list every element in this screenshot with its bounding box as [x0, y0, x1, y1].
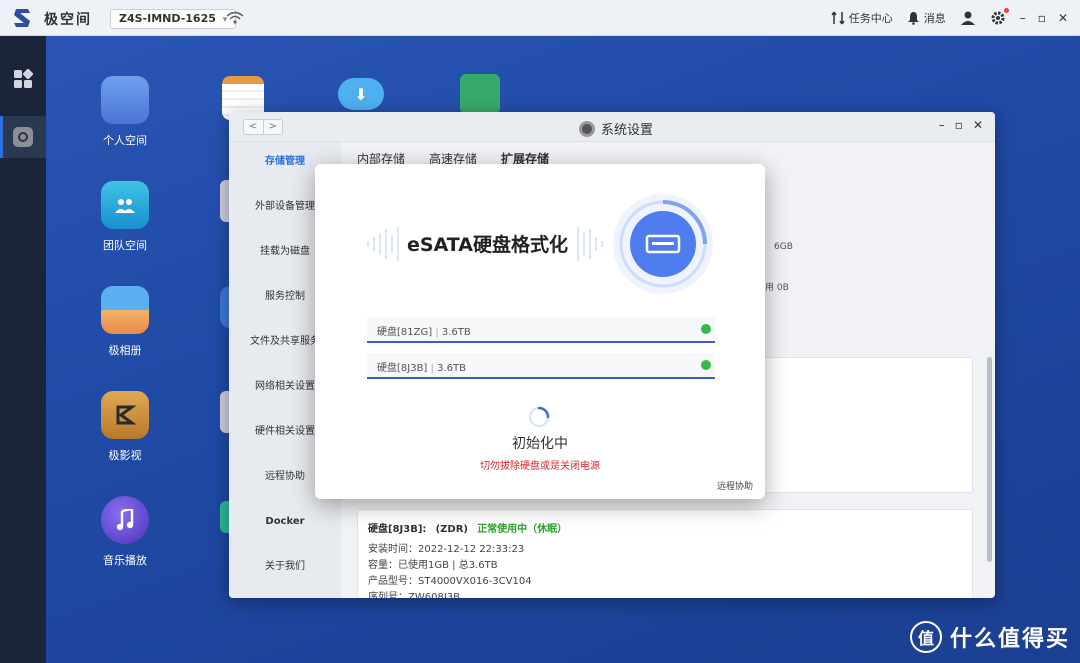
maximize-button[interactable]: ▫: [1038, 11, 1046, 25]
settings-gear-icon: [579, 120, 595, 137]
bell-icon: [907, 12, 919, 25]
wifi-icon: [226, 11, 244, 24]
settings-titlebar: < > 系统设置 – ▫ ✕: [229, 112, 995, 142]
disk-model: 产品型号：ST4000VX016-3CV104: [368, 576, 532, 587]
video-icon: [101, 391, 149, 439]
hard-disk-icon: [613, 194, 713, 294]
left-dock: [0, 36, 46, 663]
docs-app-icon[interactable]: [460, 74, 500, 114]
team-folder-icon: [101, 181, 149, 229]
settings-button[interactable]: [990, 8, 1009, 26]
app-label: 音乐播放: [103, 554, 147, 567]
device-name: Z4S-IMND-1625: [119, 12, 216, 25]
watermark-text: 什么值得买: [949, 627, 1070, 652]
disk-install-time: 安装时间：2022-12-12 22:33:23: [368, 544, 525, 555]
photos-icon: [101, 286, 149, 334]
settings-title-text: 系统设置: [601, 123, 654, 138]
app-label: 团队空间: [103, 239, 147, 252]
app-label: 极影视: [108, 449, 142, 462]
settings-title: 系统设置: [579, 119, 653, 138]
warning-text: 切勿拔除硬盘或是关闭电源: [480, 461, 600, 472]
disk-capacity: 容量：已使用1GB | 总3.6TB: [368, 560, 498, 571]
gear-icon: [991, 11, 1005, 25]
top-bar: 极空间 Z4S-IMND-1625 ▾ 任务中心 消息 – ▫ ✕: [0, 0, 1080, 36]
brand-name: 极空间: [44, 12, 92, 28]
disk-title: 硬盘[8J3B]:: [368, 524, 427, 535]
app-label: 个人空间: [103, 134, 147, 147]
status-text: 初始化中: [512, 436, 568, 452]
dock-settings-button[interactable]: [0, 116, 46, 158]
download-app-icon[interactable]: ⬇: [338, 78, 384, 110]
task-center-label: 任务中心: [848, 12, 893, 25]
disk-status: 正常使用中（休眠）: [477, 524, 568, 535]
app-team-space[interactable]: 团队空间: [85, 181, 165, 253]
loading-spinner-icon: [528, 406, 550, 428]
music-icon: [101, 496, 149, 544]
bg-capacity-value: 6GB: [774, 242, 793, 252]
messages-button[interactable]: 消息: [907, 10, 946, 26]
check-icon: [701, 360, 711, 370]
scrollbar[interactable]: [987, 357, 992, 562]
sidebar-item-docker[interactable]: Docker: [229, 510, 341, 534]
close-button[interactable]: ✕: [1058, 11, 1068, 25]
device-selector[interactable]: Z4S-IMND-1625 ▾: [110, 9, 237, 29]
separator: |: [435, 327, 439, 338]
bg-used-value: 用 0B: [765, 283, 789, 293]
watermark: 值 什么值得买: [909, 621, 1070, 653]
dock-apps-button[interactable]: [0, 58, 46, 100]
nav-arrows: < >: [243, 119, 283, 135]
watermark-logo: 值: [909, 621, 942, 653]
user-icon: [960, 11, 975, 25]
user-button[interactable]: [960, 10, 976, 26]
app-music[interactable]: 音乐播放: [85, 496, 165, 568]
app-label: 极相册: [108, 344, 142, 357]
back-button[interactable]: <: [244, 120, 263, 134]
disk-name: 硬盘[8J3B]: [377, 363, 428, 374]
settings-minimize-button[interactable]: –: [939, 118, 945, 132]
settings-maximize-button[interactable]: ▫: [955, 118, 963, 132]
disk-type: (ZDR): [435, 524, 468, 535]
app-photos[interactable]: 极相册: [85, 286, 165, 358]
app-logo-icon: [14, 9, 30, 27]
check-icon: [701, 324, 711, 334]
app-personal-space[interactable]: 个人空间: [85, 76, 165, 148]
disk-size: 3.6TB: [441, 327, 471, 338]
disk-card-8j3b: 硬盘[8J3B]: (ZDR) 正常使用中（休眠） 安装时间：2022-12-1…: [357, 509, 973, 598]
settings-app-icon: [13, 127, 33, 147]
format-dialog: eSATA硬盘格式化 硬盘[81ZG] | 3.6TB 硬盘[8J3B] | 3…: [315, 164, 765, 499]
messages-label: 消息: [923, 12, 946, 25]
separator: |: [430, 363, 434, 374]
folder-icon: [101, 76, 149, 124]
notification-dot: [1003, 8, 1009, 13]
task-center-icon: [831, 11, 845, 25]
disk-field-8j3b: 硬盘[8J3B] | 3.6TB: [367, 353, 715, 379]
dialog-title: eSATA硬盘格式化: [407, 234, 568, 256]
disk-field-81zg: 硬盘[81ZG] | 3.6TB: [367, 317, 715, 343]
app-video[interactable]: 极影视: [85, 391, 165, 463]
settings-close-button[interactable]: ✕: [973, 118, 983, 132]
disk-size: 3.6TB: [437, 363, 466, 374]
apps-grid-icon: [14, 69, 33, 88]
dock-active-indicator: [0, 116, 3, 158]
minimize-button[interactable]: –: [1020, 11, 1026, 25]
sidebar-item-about[interactable]: 关于我们: [229, 555, 341, 579]
disk-serial: 序列号：ZW608J3B: [368, 592, 460, 598]
forward-button[interactable]: >: [262, 120, 283, 134]
disk-name: 硬盘[81ZG]: [377, 327, 433, 338]
disk-title-row: 硬盘[8J3B]: (ZDR) 正常使用中（休眠）: [368, 520, 567, 535]
task-center-button[interactable]: 任务中心: [831, 10, 893, 26]
remote-help-link[interactable]: 远程协助: [717, 479, 753, 492]
